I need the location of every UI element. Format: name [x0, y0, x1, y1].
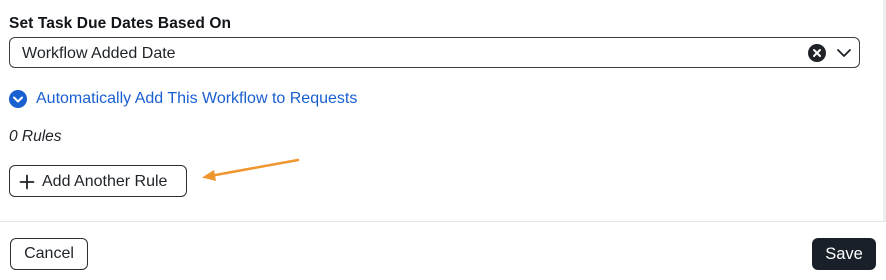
x-circle-icon[interactable]	[808, 44, 826, 62]
chevron-down-circle-icon	[9, 90, 27, 108]
save-button[interactable]: Save	[812, 238, 876, 270]
chevron-down-icon[interactable]	[836, 45, 852, 61]
footer-divider	[0, 221, 886, 222]
plus-icon	[19, 174, 35, 190]
add-another-rule-label: Add Another Rule	[42, 173, 168, 190]
annotation-arrow-icon	[202, 158, 300, 181]
auto-add-workflow-toggle[interactable]: Automatically Add This Workflow to Reque…	[9, 88, 357, 110]
due-dates-select-value: Workflow Added Date	[22, 45, 176, 62]
add-another-rule-button[interactable]: Add Another Rule	[9, 165, 187, 197]
cancel-button[interactable]: Cancel	[10, 238, 88, 270]
rules-count: 0 Rules	[9, 128, 62, 145]
auto-add-workflow-label: Automatically Add This Workflow to Reque…	[36, 90, 358, 107]
due-dates-label: Set Task Due Dates Based On	[9, 15, 232, 32]
due-dates-select[interactable]: Workflow Added Date	[9, 37, 860, 68]
